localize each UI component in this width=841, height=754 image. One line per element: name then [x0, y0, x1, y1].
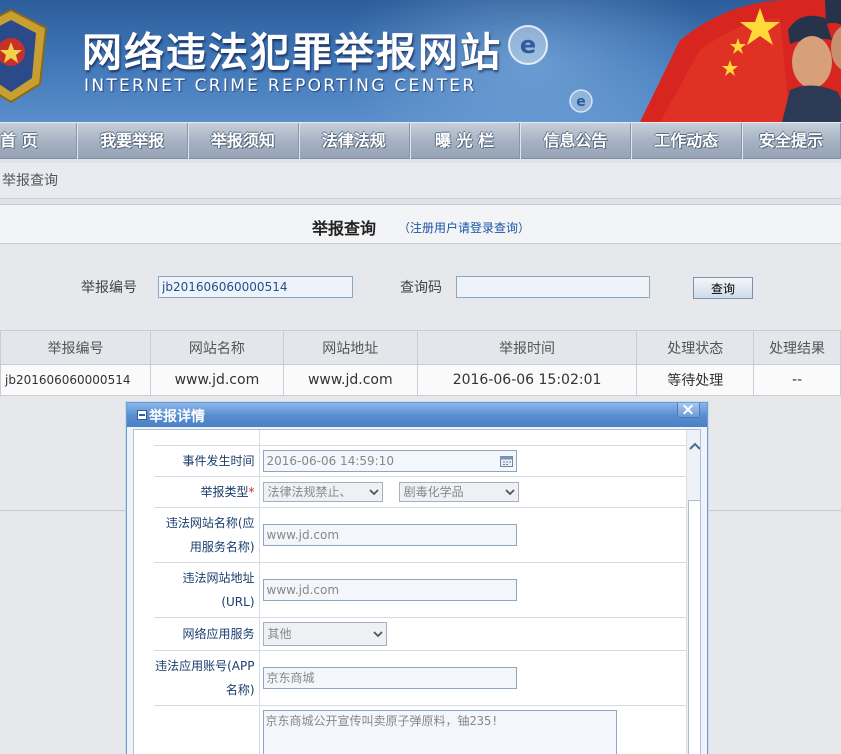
site-title: 网络违法犯罪举报网站 [82, 30, 502, 76]
cell-report-time: 2016-06-06 15:02:01 [416, 364, 638, 396]
query-code-label: 查询码 [400, 280, 442, 296]
event-time-input[interactable]: 2016-06-06 14:59:10 [262, 449, 517, 472]
close-icon [683, 404, 693, 415]
description-textarea[interactable]: 京东商城公开宣传叫卖原子弹原料，铀235! [262, 709, 617, 754]
spacer-label-cell [154, 430, 260, 446]
svg-text:e: e [520, 31, 536, 59]
site-url-label: 违法网站地址(URL) [154, 561, 260, 618]
main-nav: 首 页我要举报 举报须知 法律法规曝 光 栏信息公告 工作动态 安全提示 [0, 122, 841, 159]
query-title: 举报查询 [312, 219, 377, 238]
chevron-down-icon [505, 488, 515, 495]
police-emblem-icon [0, 8, 48, 104]
col-report-no: 举报编号 [0, 330, 151, 365]
account-cell: 京东商城 [259, 649, 686, 706]
query-panel-header: 举报查询 （注册用户请登录查询） [0, 204, 841, 244]
breadcrumb: 举报查询 [0, 163, 841, 199]
col-status: 处理状态 [636, 330, 755, 365]
report-detail-dialog: 举报详情 事件发生时间 2016-06-06 14:59:10 举报类型* 法律… [126, 402, 708, 754]
event-time-cell: 2016-06-06 14:59:10 [259, 444, 686, 477]
nav-item-6[interactable]: 工作动态 [631, 123, 743, 159]
report-type-label-text: 举报类型 [200, 484, 249, 499]
form-row-event-time: 事件发生时间 2016-06-06 14:59:10 [154, 444, 686, 477]
col-result: 处理结果 [753, 330, 841, 365]
scrollbar-thumb[interactable] [688, 500, 700, 754]
e-logo-icon: e [508, 25, 548, 65]
scroll-up-icon[interactable] [688, 440, 701, 454]
col-report-time: 举报时间 [416, 330, 638, 365]
required-marker: * [248, 484, 255, 499]
chevron-down-icon [372, 630, 383, 637]
form-row-service: 网络应用服务 其他 [154, 616, 686, 651]
chevron-down-icon [368, 488, 379, 495]
dialog-close-button[interactable] [677, 403, 700, 418]
site-name-cell: www.jd.com [259, 506, 686, 563]
cell-result: -- [753, 364, 841, 396]
form-row-site-name: 违法网站名称(应用服务名称) www.jd.com [154, 506, 686, 563]
report-type-cell: 法律法规禁止、 剧毒化学品 [259, 475, 686, 508]
cell-site-name: www.jd.com [149, 364, 284, 396]
results-table: 举报编号 网站名称 网站地址 举报时间 处理状态 处理结果 jb20160606… [0, 330, 841, 396]
calendar-icon[interactable] [499, 455, 513, 467]
dialog-window-icon [137, 410, 147, 420]
report-type-secondary-value: 剧毒化学品 [403, 484, 464, 499]
results-header-row: 举报编号 网站名称 网站地址 举报时间 处理状态 处理结果 [0, 330, 841, 365]
description-cell: 京东商城公开宣传叫卖原子弹原料，铀235! [259, 704, 686, 754]
nav-item-5[interactable]: 信息公告 [520, 123, 632, 159]
account-label: 违法应用账号(APP名称) [154, 649, 260, 706]
report-no-input[interactable] [158, 276, 353, 298]
service-select[interactable]: 其他 [262, 621, 387, 646]
site-subtitle: INTERNET CRIME REPORTING CENTER [84, 76, 477, 96]
table-row[interactable]: jb201606060000514 www.jd.com www.jd.com … [0, 364, 841, 396]
description-label-cell [154, 704, 260, 754]
nav-item-4[interactable]: 曝 光 栏 [410, 123, 521, 159]
col-site-url: 网站地址 [282, 330, 418, 365]
form-row-description: 京东商城公开宣传叫卖原子弹原料，铀235! [154, 704, 686, 754]
site-name-input[interactable]: www.jd.com [262, 523, 517, 546]
nav-item-7[interactable]: 安全提示 [742, 123, 841, 159]
report-type-primary-select[interactable]: 法律法规禁止、 [262, 481, 383, 502]
dialog-body: 事件发生时间 2016-06-06 14:59:10 举报类型* 法律法规禁止、… [133, 429, 701, 754]
site-banner: 网络违法犯罪举报网站 INTERNET CRIME REPORTING CENT… [0, 0, 841, 122]
e-logo-small-icon: e [569, 89, 593, 113]
site-url-input[interactable]: www.jd.com [262, 578, 517, 601]
col-site-name: 网站名称 [149, 330, 284, 365]
service-cell: 其他 [259, 616, 686, 651]
dialog-scrollbar[interactable] [686, 430, 701, 754]
account-input[interactable]: 京东商城 [262, 666, 517, 689]
nav-item-3[interactable]: 法律法规 [299, 123, 410, 159]
nav-item-1[interactable]: 我要举报 [77, 123, 188, 159]
cell-site-url: www.jd.com [282, 364, 418, 396]
query-code-input[interactable] [456, 276, 650, 298]
site-url-cell: www.jd.com [259, 561, 686, 618]
login-query-hint[interactable]: （注册用户请登录查询） [398, 219, 530, 236]
nav-item-2[interactable]: 举报须知 [188, 123, 299, 159]
national-flag-officers-image [640, 0, 841, 122]
form-row-site-url: 违法网站地址(URL) www.jd.com [154, 561, 686, 618]
report-type-secondary-select[interactable]: 剧毒化学品 [398, 481, 519, 502]
service-value: 其他 [267, 626, 292, 641]
report-detail-form: 事件发生时间 2016-06-06 14:59:10 举报类型* 法律法规禁止、… [154, 430, 686, 754]
dialog-title: 举报详情 [149, 409, 205, 425]
dialog-titlebar[interactable]: 举报详情 [127, 403, 707, 427]
cell-status: 等待处理 [636, 364, 755, 396]
event-time-value: 2016-06-06 14:59:10 [266, 453, 394, 468]
form-row-account: 违法应用账号(APP名称) 京东商城 [154, 649, 686, 706]
form-row-report-type: 举报类型* 法律法规禁止、 剧毒化学品 [154, 475, 686, 508]
spacer-value-cell [259, 430, 686, 446]
event-time-label: 事件发生时间 [154, 444, 260, 477]
report-type-primary-value: 法律法规禁止、 [267, 484, 352, 499]
site-name-label: 违法网站名称(应用服务名称) [154, 506, 260, 563]
nav-item-0[interactable]: 首 页 [0, 123, 78, 159]
service-label: 网络应用服务 [154, 616, 260, 651]
svg-text:e: e [576, 94, 586, 110]
report-no-label: 举报编号 [81, 280, 137, 296]
form-row-spacer [154, 430, 686, 446]
cell-report-no: jb201606060000514 [0, 364, 151, 396]
report-type-label: 举报类型* [154, 475, 260, 508]
query-button[interactable]: 查询 [693, 277, 753, 299]
